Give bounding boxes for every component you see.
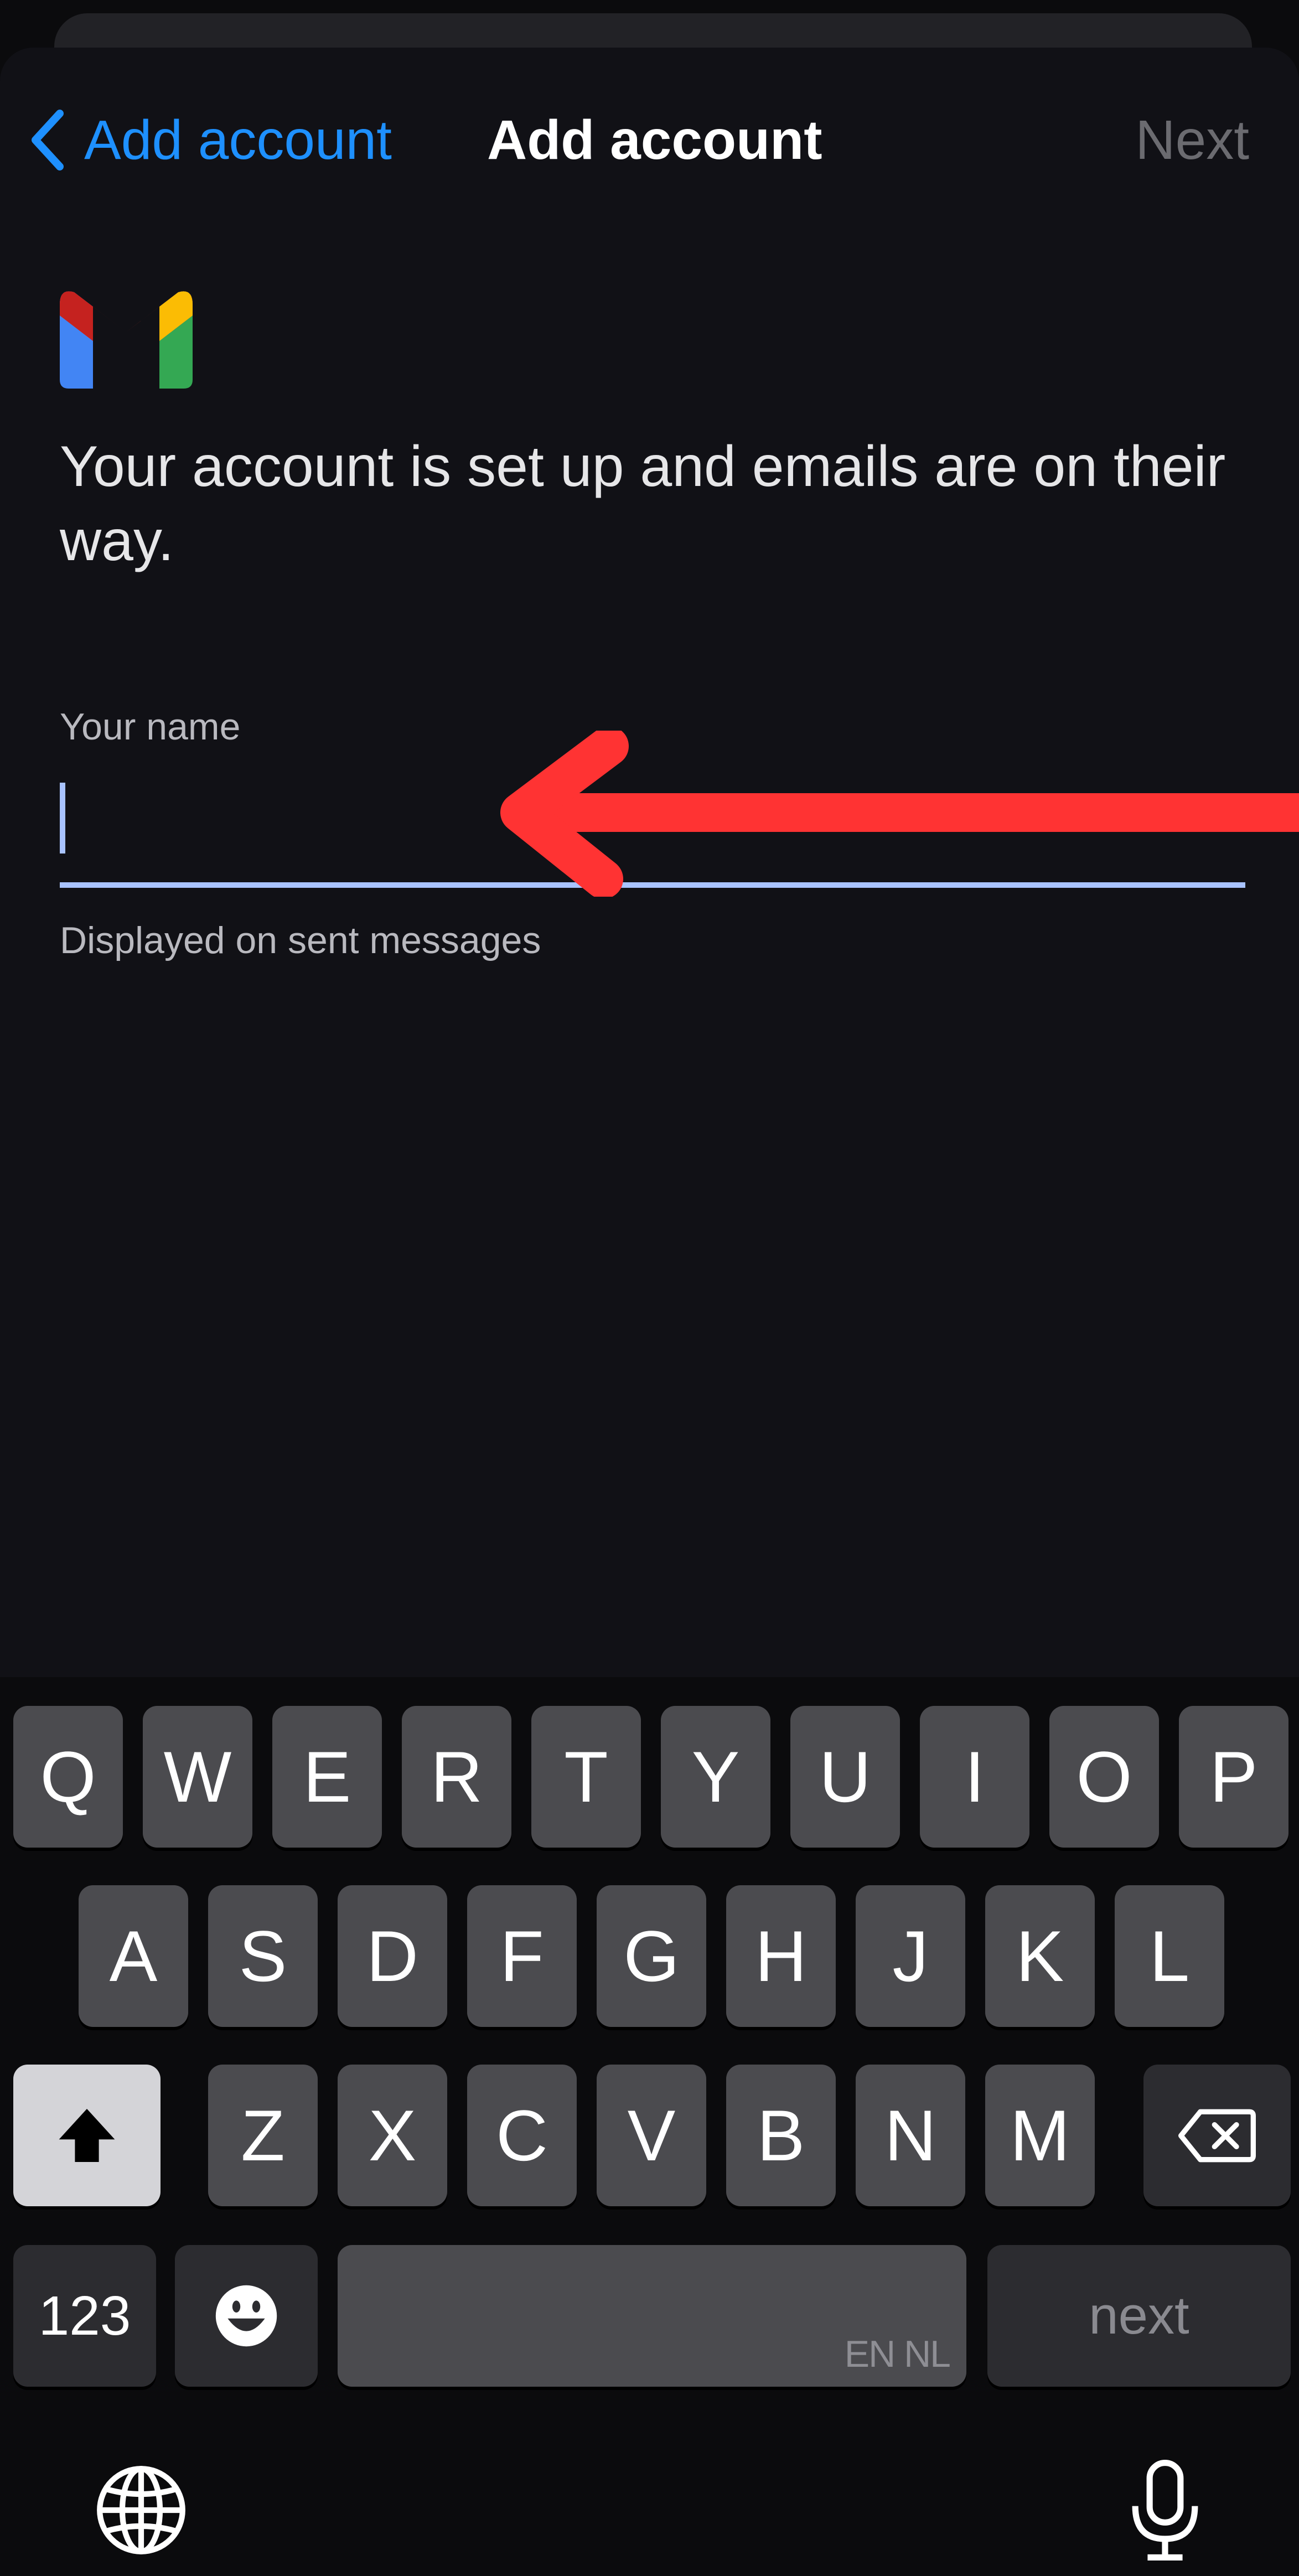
emoji-icon bbox=[215, 2285, 277, 2347]
key-p[interactable]: P bbox=[1179, 1706, 1288, 1848]
keyboard-language-label: EN NL bbox=[844, 2333, 951, 2375]
your-name-helper-text: Displayed on sent messages bbox=[60, 919, 541, 961]
key-v[interactable]: V bbox=[597, 2065, 706, 2206]
key-f[interactable]: F bbox=[467, 1885, 577, 2027]
next-button[interactable]: Next bbox=[1135, 104, 1249, 176]
on-screen-keyboard: QWERTYUIOP ASDFGHJKL ZXCVBNM 123 EN NL n… bbox=[0, 1677, 1299, 2576]
gmail-logo-icon bbox=[60, 291, 193, 389]
numbers-key[interactable]: 123 bbox=[13, 2245, 156, 2387]
key-s[interactable]: S bbox=[208, 1885, 318, 2027]
back-button-label: Add account bbox=[84, 108, 392, 171]
shift-key[interactable] bbox=[13, 2065, 161, 2206]
key-q[interactable]: Q bbox=[13, 1706, 123, 1848]
key-e[interactable]: E bbox=[272, 1706, 382, 1848]
key-m[interactable]: M bbox=[985, 2065, 1095, 2206]
key-o[interactable]: O bbox=[1049, 1706, 1159, 1848]
key-i[interactable]: I bbox=[920, 1706, 1029, 1848]
backspace-key[interactable] bbox=[1143, 2065, 1291, 2206]
key-d[interactable]: D bbox=[338, 1885, 447, 2027]
microphone-icon[interactable] bbox=[1129, 2458, 1201, 2563]
next-return-key[interactable]: next bbox=[987, 2245, 1291, 2387]
setup-complete-message: Your account is set up and emails are on… bbox=[60, 434, 1226, 573]
your-name-label: Your name bbox=[60, 706, 241, 748]
page-title: Add account bbox=[487, 109, 822, 171]
key-n[interactable]: N bbox=[856, 2065, 965, 2206]
key-l[interactable]: L bbox=[1115, 1885, 1224, 2027]
chevron-left-icon bbox=[32, 110, 64, 170]
key-z[interactable]: Z bbox=[208, 2065, 318, 2206]
space-key[interactable]: EN NL bbox=[338, 2245, 966, 2387]
shift-arrow-icon bbox=[59, 2109, 115, 2162]
key-k[interactable]: K bbox=[985, 1885, 1095, 2027]
key-j[interactable]: J bbox=[856, 1885, 965, 2027]
back-button[interactable]: Add account bbox=[27, 104, 392, 176]
key-b[interactable]: B bbox=[726, 2065, 836, 2206]
key-h[interactable]: H bbox=[726, 1885, 836, 2027]
globe-icon[interactable] bbox=[94, 2463, 188, 2557]
key-g[interactable]: G bbox=[597, 1885, 706, 2027]
key-x[interactable]: X bbox=[338, 2065, 447, 2206]
key-a[interactable]: A bbox=[79, 1885, 188, 2027]
key-c[interactable]: C bbox=[467, 2065, 577, 2206]
text-caret bbox=[60, 783, 65, 854]
emoji-key[interactable] bbox=[175, 2245, 318, 2387]
annotation-arrow-icon bbox=[500, 731, 1299, 897]
key-t[interactable]: T bbox=[531, 1706, 641, 1848]
key-y[interactable]: Y bbox=[661, 1706, 770, 1848]
key-r[interactable]: R bbox=[402, 1706, 511, 1848]
key-u[interactable]: U bbox=[790, 1706, 900, 1848]
backspace-icon bbox=[1178, 2109, 1256, 2162]
key-w[interactable]: W bbox=[143, 1706, 252, 1848]
